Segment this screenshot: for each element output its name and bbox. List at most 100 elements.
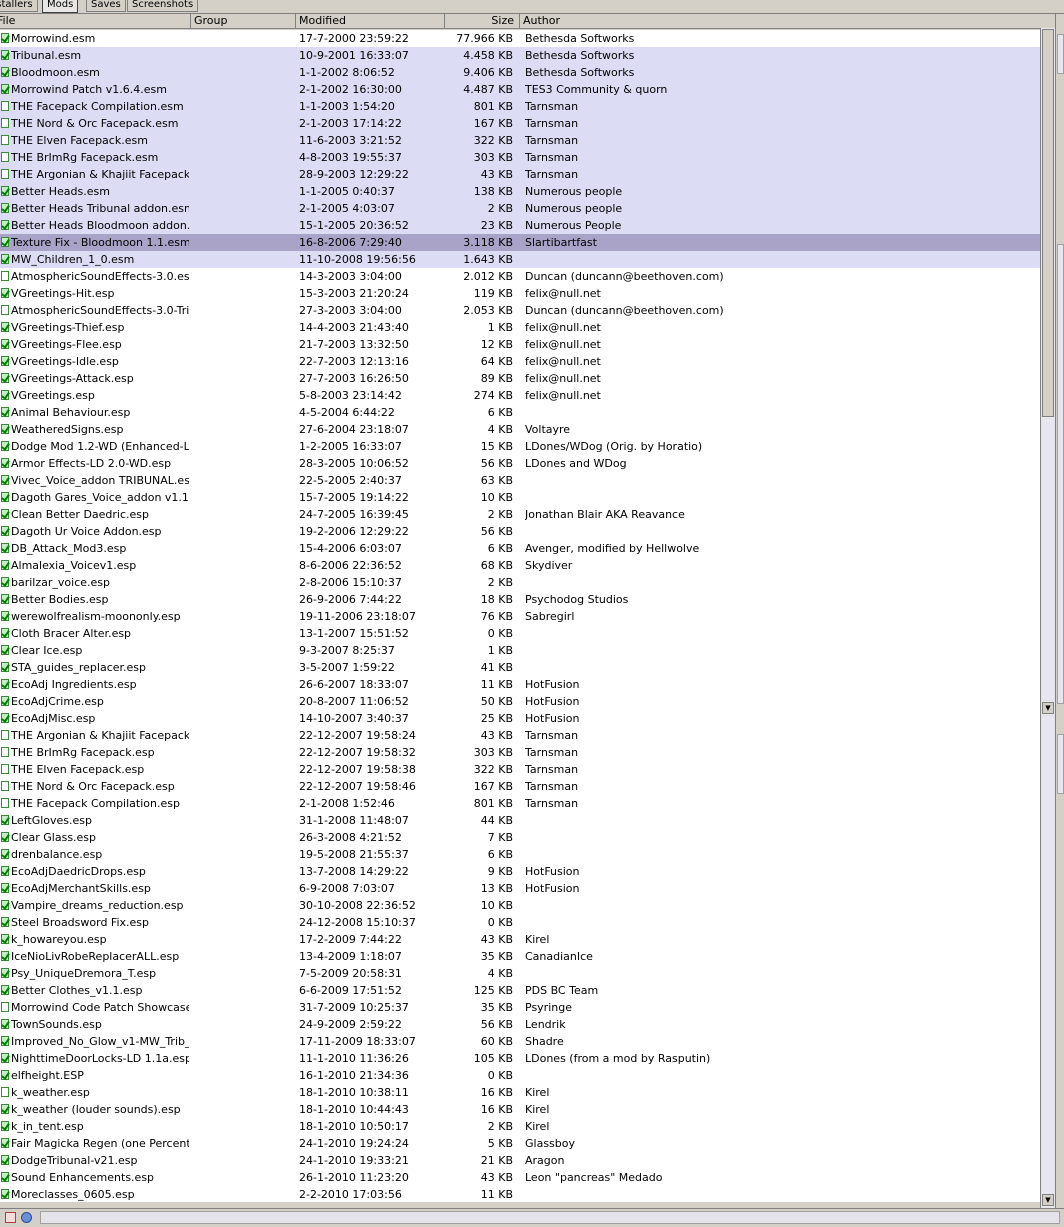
red-status-icon[interactable] — [5, 1212, 16, 1223]
checked-checkbox-icon[interactable] — [1, 1019, 9, 1029]
checked-checkbox-icon[interactable] — [1, 84, 9, 94]
checked-checkbox-icon[interactable] — [1, 407, 9, 417]
mod-row[interactable]: Vampire_dreams_reduction.esp 30-10-2008 2… — [0, 897, 1040, 914]
mod-row[interactable]: Bloodmoon.esm 1-1-2002 8:06:52 9.406 KB Bet… — [0, 64, 1040, 81]
checked-checkbox-icon[interactable] — [1, 220, 9, 230]
checked-checkbox-icon[interactable] — [1, 373, 9, 383]
mod-row[interactable]: MW_Children_1_0.esm 11-10-2008 19:56:56 1.… — [0, 251, 1040, 268]
scroll-down-arrow-icon[interactable]: ▼ — [1042, 702, 1054, 714]
column-header-file[interactable]: File — [0, 14, 191, 28]
checked-checkbox-icon[interactable] — [1, 1036, 9, 1046]
mod-row[interactable]: werewolfrealism-moononly.esp 19-11-2006 2… — [0, 608, 1040, 625]
checked-checkbox-icon[interactable] — [1, 50, 9, 60]
vertical-scrollbar[interactable]: ▼ ▼ — [1040, 28, 1055, 1208]
mod-row[interactable]: EcoAdjMerchantSkills.esp 6-9-2008 7:03:07… — [0, 880, 1040, 897]
checked-checkbox-icon[interactable] — [1, 662, 9, 672]
mod-row[interactable]: k_weather.esp 18-1-2010 10:38:11 16 KB Kire… — [0, 1084, 1040, 1101]
column-header-author[interactable]: Author — [520, 14, 1040, 28]
checked-checkbox-icon[interactable] — [1, 526, 9, 536]
unchecked-checkbox-icon[interactable] — [1, 101, 9, 111]
mod-row[interactable]: Fair Magicka Regen (one Percent).... 24-1… — [0, 1135, 1040, 1152]
mod-row[interactable]: DodgeTribunal-v21.esp 24-1-2010 19:33:21 2… — [0, 1152, 1040, 1169]
mod-row[interactable]: elfheight.ESP 16-1-2010 21:34:36 0 KB — [0, 1067, 1040, 1084]
mod-row[interactable]: k_howareyou.esp 17-2-2009 7:44:22 43 KB Kir… — [0, 931, 1040, 948]
mod-row[interactable]: THE Elven Facepack.esm 11-6-2003 3:21:52 3… — [0, 132, 1040, 149]
column-header-modified[interactable]: Modified — [296, 14, 445, 28]
mod-row[interactable]: THE Nord & Orc Facepack.esm 2-1-2003 17:1… — [0, 115, 1040, 132]
checked-checkbox-icon[interactable] — [1, 1155, 9, 1165]
mod-row[interactable]: VGreetings.esp 5-8-2003 23:14:42 274 KB fel… — [0, 387, 1040, 404]
checked-checkbox-icon[interactable] — [1, 288, 9, 298]
scrollbar-thumb[interactable] — [1042, 29, 1054, 417]
tab-screenshots[interactable]: Screenshots — [127, 0, 199, 12]
unchecked-checkbox-icon[interactable] — [1, 152, 9, 162]
mod-row[interactable]: k_weather (louder sounds).esp 18-1-2010 1… — [0, 1101, 1040, 1118]
unchecked-checkbox-icon[interactable] — [1, 271, 9, 281]
checked-checkbox-icon[interactable] — [1, 1189, 9, 1199]
mod-row[interactable]: THE BrImRg Facepack.esp 22-12-2007 19:58:… — [0, 744, 1040, 761]
checked-checkbox-icon[interactable] — [1, 832, 9, 842]
checked-checkbox-icon[interactable] — [1, 339, 9, 349]
checked-checkbox-icon[interactable] — [1, 679, 9, 689]
checked-checkbox-icon[interactable] — [1, 696, 9, 706]
mod-row[interactable]: Almalexia_Voicev1.esp 8-6-2006 22:36:52 68… — [0, 557, 1040, 574]
mod-row[interactable]: drenbalance.esp 19-5-2008 21:55:37 6 KB — [0, 846, 1040, 863]
mod-row[interactable]: Clean Better Daedric.esp 24-7-2005 16:39:… — [0, 506, 1040, 523]
mod-row[interactable]: VGreetings-Flee.esp 21-7-2003 13:32:50 12 … — [0, 336, 1040, 353]
unchecked-checkbox-icon[interactable] — [1, 1087, 9, 1097]
mod-row[interactable]: LeftGloves.esp 31-1-2008 11:48:07 44 KB — [0, 812, 1040, 829]
mod-row[interactable]: Better Heads Tribunal addon.esm 2-1-2005 … — [0, 200, 1040, 217]
mod-row[interactable]: Animal Behaviour.esp 4-5-2004 6:44:22 6 KB — [0, 404, 1040, 421]
checked-checkbox-icon[interactable] — [1, 934, 9, 944]
mod-row[interactable]: THE Facepack Compilation.esm 1-1-2003 1:5… — [0, 98, 1040, 115]
scroll-down-arrow-icon[interactable]: ▼ — [1042, 1194, 1054, 1206]
mod-row[interactable]: EcoAdjCrime.esp 20-8-2007 11:06:52 50 KB Ho… — [0, 693, 1040, 710]
unchecked-checkbox-icon[interactable] — [1, 118, 9, 128]
mod-row[interactable]: Tribunal.esm 10-9-2001 16:33:07 4.458 KB Be… — [0, 47, 1040, 64]
mod-row[interactable]: THE Nord & Orc Facepack.esp 22-12-2007 19… — [0, 778, 1040, 795]
checked-checkbox-icon[interactable] — [1, 509, 9, 519]
checked-checkbox-icon[interactable] — [1, 254, 9, 264]
mod-row[interactable]: EcoAdjMisc.esp 14-10-2007 3:40:37 25 KB Hot… — [0, 710, 1040, 727]
mod-row[interactable]: EcoAdj Ingredients.esp 26-6-2007 18:33:07… — [0, 676, 1040, 693]
unchecked-checkbox-icon[interactable] — [1, 169, 9, 179]
checked-checkbox-icon[interactable] — [1, 441, 9, 451]
mod-row[interactable]: VGreetings-Thief.esp 14-4-2003 21:43:40 1 … — [0, 319, 1040, 336]
mod-row[interactable]: Steel Broadsword Fix.esp 24-12-2008 15:10… — [0, 914, 1040, 931]
mod-row[interactable]: Dodge Mod 1.2-WD (Enhanced-LD.... 1-2-200… — [0, 438, 1040, 455]
checked-checkbox-icon[interactable] — [1, 322, 9, 332]
mod-row[interactable]: WeatheredSigns.esp 27-6-2004 23:18:07 4 KB… — [0, 421, 1040, 438]
mod-row[interactable]: Dagoth Ur Voice Addon.esp 19-2-2006 12:29… — [0, 523, 1040, 540]
mod-row[interactable]: Improved_No_Glow_v1-MW_Trib_... 17-11-200… — [0, 1033, 1040, 1050]
checked-checkbox-icon[interactable] — [1, 968, 9, 978]
mod-row[interactable]: Morrowind Code Patch Showcase.... 31-7-20… — [0, 999, 1040, 1016]
mod-row[interactable]: k_in_tent.esp 18-1-2010 10:50:17 2 KB Kirel — [0, 1118, 1040, 1135]
mod-row[interactable]: AtmosphericSoundEffects-3.0.esp 14-3-2003… — [0, 268, 1040, 285]
mod-row[interactable]: NighttimeDoorLocks-LD 1.1a.esp 11-1-2010 … — [0, 1050, 1040, 1067]
checked-checkbox-icon[interactable] — [1, 713, 9, 723]
mod-row[interactable]: THE BrImRg Facepack.esm 4-8-2003 19:55:37… — [0, 149, 1040, 166]
mod-row[interactable]: Moreclasses_0605.esp 2-2-2010 17:03:56 11 … — [0, 1186, 1040, 1202]
checked-checkbox-icon[interactable] — [1, 1138, 9, 1148]
checked-checkbox-icon[interactable] — [1, 1121, 9, 1131]
checked-checkbox-icon[interactable] — [1, 951, 9, 961]
mod-row[interactable]: Dagoth Gares_Voice_addon v1.1.... 15-7-20… — [0, 489, 1040, 506]
checked-checkbox-icon[interactable] — [1, 883, 9, 893]
tab-mods[interactable]: Mods — [42, 0, 79, 13]
mod-row[interactable]: AtmosphericSoundEffects-3.0-Tri... 27-3-2… — [0, 302, 1040, 319]
mod-row[interactable]: Morrowind.esm 17-7-2000 23:59:22 77.966 KB… — [0, 30, 1040, 47]
mod-row[interactable]: TownSounds.esp 24-9-2009 2:59:22 56 KB Lend… — [0, 1016, 1040, 1033]
mod-row[interactable]: Better Heads.esm 1-1-2005 0:40:37 138 KB Nu… — [0, 183, 1040, 200]
checked-checkbox-icon[interactable] — [1, 492, 9, 502]
mod-list[interactable]: Morrowind.esm 17-7-2000 23:59:22 77.966 KB… — [0, 30, 1040, 1202]
mod-row[interactable]: EcoAdjDaedricDrops.esp 13-7-2008 14:29:22… — [0, 863, 1040, 880]
checked-checkbox-icon[interactable] — [1, 917, 9, 927]
checked-checkbox-icon[interactable] — [1, 560, 9, 570]
mod-row[interactable]: Vivec_Voice_addon TRIBUNAL.esp 22-5-2005 … — [0, 472, 1040, 489]
checked-checkbox-icon[interactable] — [1, 815, 9, 825]
mod-row[interactable]: Better Bodies.esp 26-9-2006 7:44:22 18 KB P… — [0, 591, 1040, 608]
checked-checkbox-icon[interactable] — [1, 543, 9, 553]
checked-checkbox-icon[interactable] — [1, 1172, 9, 1182]
help-icon[interactable] — [21, 1212, 32, 1223]
unchecked-checkbox-icon[interactable] — [1, 135, 9, 145]
